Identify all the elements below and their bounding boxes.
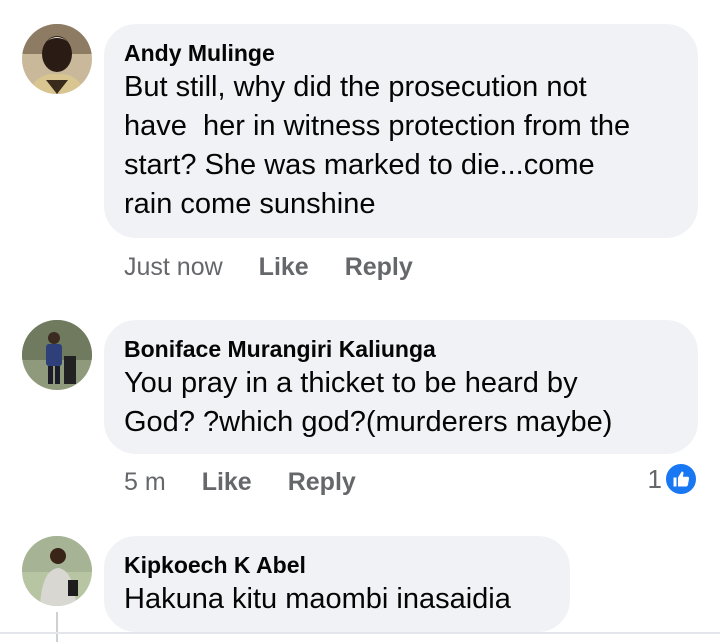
divider (0, 632, 720, 634)
reply-thread-line (56, 612, 58, 642)
reaction-count: 1 (647, 463, 662, 494)
comment-text: But still, why did the prosecution not h… (124, 71, 631, 220)
like-button[interactable]: Like (259, 253, 309, 282)
like-thumb-icon (664, 462, 698, 496)
comment-thread: Andy Mulinge But still, why did the pros… (0, 0, 720, 642)
reply-button[interactable]: Reply (288, 468, 356, 497)
reaction-summary[interactable]: 1 (648, 462, 698, 496)
comment-actions: 5 m Like Reply (124, 465, 392, 499)
comment-bubble: Boniface Murangiri Kaliunga You pray in … (104, 320, 698, 454)
comment-author[interactable]: Kipkoech K Abel (124, 550, 550, 580)
comment-text: Hakuna kitu maombi inasaidia (124, 583, 511, 615)
comment-bubble: Andy Mulinge But still, why did the pros… (104, 24, 698, 238)
comment-timestamp[interactable]: 5 m (124, 468, 166, 497)
comment-author[interactable]: Boniface Murangiri Kaliunga (124, 334, 678, 364)
comment-text: You pray in a thicket to be heard by God… (124, 367, 613, 438)
avatar[interactable] (22, 320, 92, 390)
avatar[interactable] (22, 24, 92, 94)
comment-timestamp[interactable]: Just now (124, 253, 223, 282)
comment-bubble: Kipkoech K Abel Hakuna kitu maombi inasa… (104, 536, 570, 632)
avatar[interactable] (22, 536, 92, 606)
reply-button[interactable]: Reply (345, 253, 413, 282)
comment-actions: Just now Like Reply (124, 250, 449, 284)
comment-author[interactable]: Andy Mulinge (124, 38, 678, 68)
like-button[interactable]: Like (202, 468, 252, 497)
